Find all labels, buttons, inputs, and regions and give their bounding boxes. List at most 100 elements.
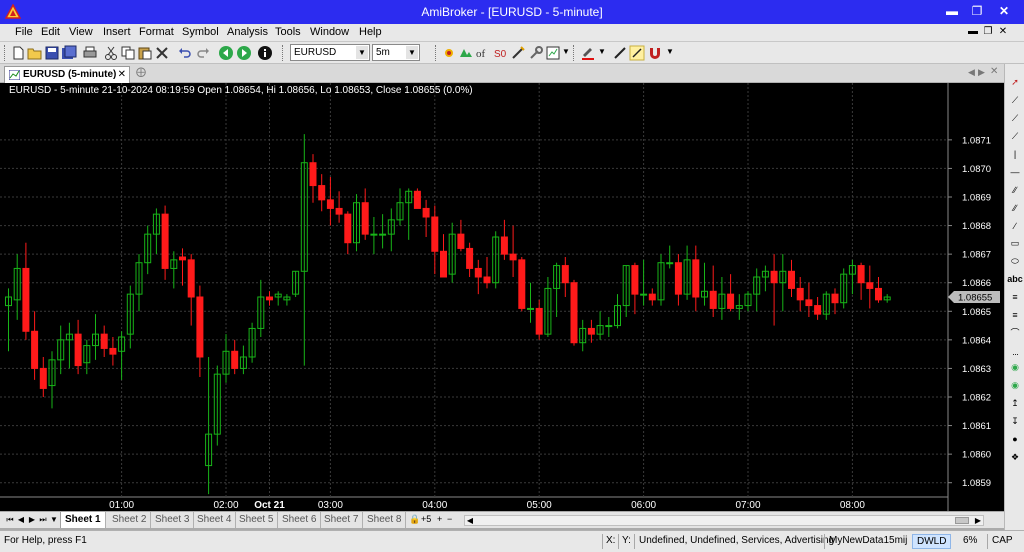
mdi-restore-button[interactable]: ❐ bbox=[981, 25, 995, 39]
new-tab-icon[interactable]: ⨁ bbox=[136, 67, 146, 78]
paste-icon[interactable] bbox=[137, 45, 153, 61]
rectangle-icon[interactable]: ▭ bbox=[1007, 236, 1023, 251]
regression-icon[interactable]: ∕ bbox=[1007, 219, 1023, 234]
channel-icon[interactable]: ∕∕ bbox=[1007, 201, 1023, 216]
sheet-tab-7[interactable]: Sheet 7 bbox=[320, 512, 364, 528]
chart-window-icon[interactable] bbox=[545, 45, 561, 61]
sheet-tab-8[interactable]: Sheet 8 bbox=[363, 512, 407, 528]
select-pen-icon[interactable] bbox=[629, 45, 645, 61]
symbol-combo[interactable]: EURUSD ▼ bbox=[290, 44, 370, 61]
prev-sheet-icon[interactable]: ◀ bbox=[16, 514, 26, 526]
menu-window[interactable]: Window bbox=[310, 26, 349, 38]
restore-button[interactable]: ❐ bbox=[966, 3, 988, 20]
mdi-close-button[interactable]: ✕ bbox=[996, 25, 1010, 39]
tools-icon[interactable] bbox=[528, 45, 544, 61]
minimize-button[interactable]: ▬ bbox=[941, 3, 963, 20]
document-tab[interactable]: EURUSD (5-minute) ✕ bbox=[4, 66, 130, 83]
price-chart[interactable]: 1.0859 1.0860 1.0861 1.0862 1.0863 1.0864 1.08… bbox=[0, 83, 1004, 511]
tab-scroll-right-icon[interactable]: ▶ bbox=[978, 67, 985, 78]
text-icon[interactable]: abc bbox=[1007, 272, 1023, 287]
chevron-down-icon[interactable]: ▼ bbox=[356, 46, 368, 59]
sheet-tab-5[interactable]: Sheet 5 bbox=[235, 512, 279, 528]
candlestick-chart[interactable]: 1.0859 1.0860 1.0861 1.0862 1.0863 1.0864 1.08… bbox=[0, 83, 1004, 511]
vertical-line-icon[interactable]: | bbox=[1007, 147, 1023, 162]
extended-line-icon[interactable]: ⟋ bbox=[1007, 129, 1023, 144]
explore-icon[interactable] bbox=[458, 45, 474, 61]
save-all-icon[interactable] bbox=[61, 45, 77, 61]
cut-icon[interactable] bbox=[103, 45, 119, 61]
cycles-icon[interactable]: ◉ bbox=[1007, 360, 1023, 375]
scan-icon[interactable] bbox=[441, 45, 457, 61]
toolbar-grip[interactable] bbox=[573, 45, 576, 61]
undo-icon[interactable] bbox=[177, 45, 193, 61]
menu-tools[interactable]: Tools bbox=[275, 26, 301, 38]
redo-icon[interactable] bbox=[195, 45, 211, 61]
open-icon[interactable] bbox=[27, 45, 43, 61]
chevron-down-icon[interactable]: ▼ bbox=[562, 47, 570, 56]
menu-symbol[interactable]: Symbol bbox=[182, 26, 219, 38]
arrow-up-icon[interactable]: ↥ bbox=[1007, 396, 1023, 411]
fibonacci-icon[interactable]: ≡ bbox=[1007, 290, 1023, 305]
pointer-icon[interactable]: ➚ bbox=[1007, 75, 1023, 90]
forward-icon[interactable] bbox=[236, 45, 252, 61]
first-sheet-icon[interactable]: ⏮ bbox=[5, 514, 15, 526]
menu-edit[interactable]: Edit bbox=[41, 26, 60, 38]
back-icon[interactable] bbox=[218, 45, 234, 61]
horizontal-line-icon[interactable]: — bbox=[1007, 165, 1023, 180]
parallel-lines-icon[interactable]: ∕∕ bbox=[1007, 183, 1023, 198]
scroll-right-icon[interactable]: ▶ bbox=[973, 515, 983, 526]
trendline-icon[interactable]: ⟋ bbox=[1007, 93, 1023, 108]
mdi-minimize-button[interactable]: ▬ bbox=[966, 25, 980, 39]
next-sheet-icon[interactable]: ▶ bbox=[27, 514, 37, 526]
wizard-icon[interactable] bbox=[510, 45, 526, 61]
sheet-list-icon[interactable]: ▼ bbox=[49, 514, 59, 526]
delete-icon[interactable] bbox=[154, 45, 170, 61]
draw-line-icon[interactable] bbox=[612, 45, 628, 61]
chevron-down-icon[interactable]: ▼ bbox=[598, 47, 606, 56]
zoom-icon[interactable]: ❖ bbox=[1007, 450, 1023, 465]
last-sheet-icon[interactable]: ⏭ bbox=[38, 514, 48, 526]
toolbar-grip[interactable] bbox=[282, 45, 285, 61]
print-icon[interactable] bbox=[82, 45, 98, 61]
formula-icon[interactable]: of bbox=[475, 45, 491, 61]
menu-help[interactable]: Help bbox=[359, 26, 382, 38]
sheet-tab-2[interactable]: Sheet 2 bbox=[108, 512, 152, 528]
sheet-tab-6[interactable]: Sheet 6 bbox=[278, 512, 322, 528]
remove-sheet-button[interactable]: − bbox=[447, 514, 452, 524]
menu-format[interactable]: Format bbox=[139, 26, 174, 38]
marker-icon[interactable]: ● bbox=[1007, 432, 1023, 447]
menu-analysis[interactable]: Analysis bbox=[227, 26, 268, 38]
menu-view[interactable]: View bbox=[69, 26, 93, 38]
add-five-sheets-button[interactable]: +5 bbox=[421, 514, 431, 524]
alert-icon[interactable]: S0 bbox=[493, 45, 509, 61]
pen-color-icon[interactable] bbox=[580, 45, 596, 61]
gann-icon[interactable]: ◉ bbox=[1007, 378, 1023, 393]
toolbar-grip[interactable] bbox=[435, 45, 438, 61]
close-button[interactable]: ✕ bbox=[993, 3, 1015, 20]
fib-extension-icon[interactable]: ≡ bbox=[1007, 308, 1023, 323]
interval-combo[interactable]: 5m ▼ bbox=[372, 44, 420, 61]
info-icon[interactable] bbox=[257, 45, 273, 61]
save-icon[interactable] bbox=[44, 45, 60, 61]
add-sheet-button[interactable]: + bbox=[437, 514, 442, 524]
scroll-left-icon[interactable]: ◀ bbox=[465, 515, 475, 526]
close-icon[interactable]: ✕ bbox=[990, 66, 998, 77]
sheet-tab-4[interactable]: Sheet 4 bbox=[193, 512, 237, 528]
ray-icon[interactable]: ⟋ bbox=[1007, 111, 1023, 126]
close-icon[interactable]: ✕ bbox=[118, 69, 126, 80]
ellipse-icon[interactable]: ⬭ bbox=[1007, 254, 1023, 269]
copy-icon[interactable] bbox=[120, 45, 136, 61]
arc-icon[interactable]: ⌒ bbox=[1007, 326, 1023, 341]
chevron-down-icon[interactable]: ▼ bbox=[666, 47, 674, 56]
menu-file[interactable]: File bbox=[15, 26, 33, 38]
tab-scroll-left-icon[interactable]: ◀ bbox=[968, 67, 975, 78]
toolbar-grip[interactable] bbox=[4, 45, 7, 61]
sheet-tab-1[interactable]: Sheet 1 bbox=[60, 512, 106, 528]
arrow-down-icon[interactable]: ↧ bbox=[1007, 414, 1023, 429]
sheet-tab-3[interactable]: Sheet 3 bbox=[151, 512, 195, 528]
horizontal-scrollbar[interactable]: ◀ ▶ bbox=[464, 515, 984, 526]
menu-insert[interactable]: Insert bbox=[103, 26, 131, 38]
new-icon[interactable] bbox=[10, 45, 26, 61]
magnet-icon[interactable] bbox=[647, 45, 663, 61]
chevron-down-icon[interactable]: ▼ bbox=[406, 46, 418, 59]
